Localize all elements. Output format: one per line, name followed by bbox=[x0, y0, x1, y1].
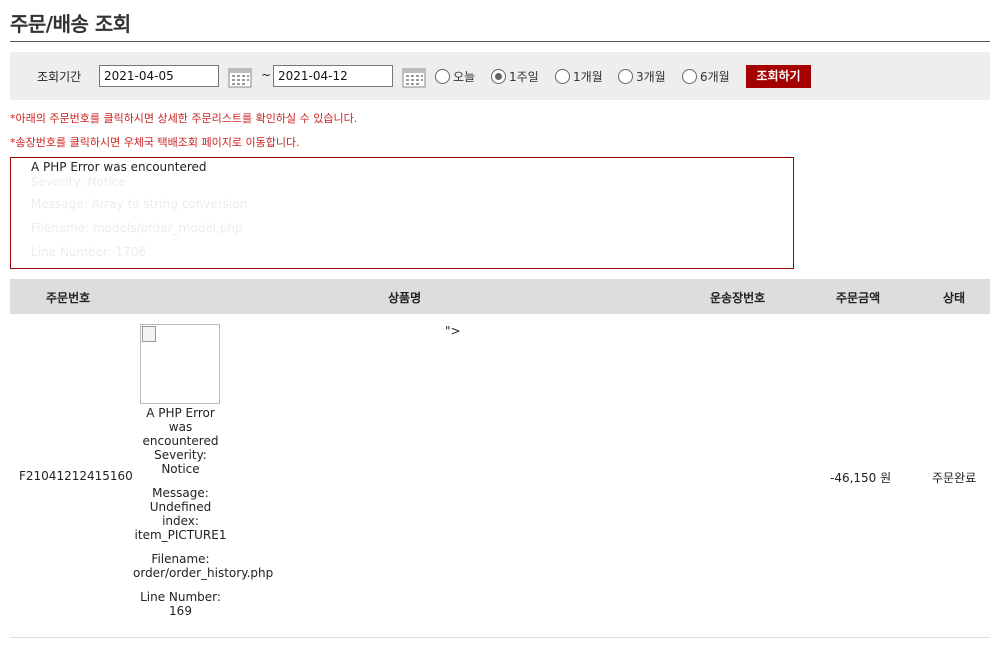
header-amount: 주문금액 bbox=[836, 291, 881, 305]
period-label: 조회기간 bbox=[37, 70, 82, 84]
php-error-line-text: order/order_history.php bbox=[133, 566, 274, 580]
php-error-line-text: Line Number: bbox=[140, 590, 221, 604]
php-error-message-block: Message: Undefined index: item_PICTURE1 bbox=[133, 486, 228, 542]
php-error-severity: Severity: Notice bbox=[31, 175, 126, 189]
start-date-input[interactable] bbox=[99, 65, 219, 87]
range-radio-3month[interactable]: 3개월 bbox=[618, 68, 666, 85]
php-error-filename: Filename: models/order_model.php bbox=[31, 221, 243, 235]
radio-dot[interactable] bbox=[491, 69, 506, 84]
php-error-line-text: index: bbox=[162, 514, 199, 528]
php-error-lineno-block: Line Number: 169 bbox=[133, 590, 228, 618]
php-error-line-text: Notice bbox=[161, 462, 200, 476]
php-error-heading-block: A PHP Error was encountered Severity: No… bbox=[133, 406, 228, 476]
php-error-line-text: encountered bbox=[142, 434, 219, 448]
date-separator: ~ bbox=[261, 68, 272, 82]
php-error-line-text: 169 bbox=[169, 604, 192, 618]
php-error-heading: A PHP Error was encountered bbox=[31, 160, 207, 174]
php-error-line-text: Undefined bbox=[149, 500, 212, 514]
calendar-icon[interactable] bbox=[228, 66, 252, 88]
radio-label: 오늘 bbox=[453, 70, 476, 84]
search-button[interactable]: 조회하기 bbox=[746, 65, 811, 88]
php-error-box: A PHP Error was encountered Severity: No… bbox=[10, 157, 794, 269]
row-divider bbox=[10, 637, 990, 638]
calendar-icon[interactable] bbox=[402, 66, 426, 88]
php-error-line-text: was bbox=[168, 420, 193, 434]
end-date-input[interactable] bbox=[273, 65, 393, 87]
php-error-line: Line Number: 1706 bbox=[31, 245, 147, 259]
radio-label: 3개월 bbox=[636, 70, 666, 84]
header-product: 상품명 bbox=[388, 291, 422, 305]
title-divider bbox=[10, 41, 990, 42]
radio-dot[interactable] bbox=[618, 69, 633, 84]
table-header: 주문번호 상품명 운송장번호 주문금액 상태 bbox=[10, 279, 990, 314]
radio-label: 1주일 bbox=[509, 70, 539, 84]
php-error-filename-block: Filename: order/order_history.php bbox=[133, 552, 274, 580]
range-radio-1week[interactable]: 1주일 bbox=[491, 68, 539, 85]
php-error-line-text: Filename: bbox=[151, 552, 210, 566]
order-status: 주문완료 bbox=[932, 471, 977, 485]
page-title: 주문/배송 조회 bbox=[10, 12, 131, 36]
search-bar: 조회기간 ~ 오늘 1주일 1개월 3개월 bbox=[10, 52, 990, 100]
radio-dot[interactable] bbox=[555, 69, 570, 84]
php-error-message: Message: Array to string conversion bbox=[31, 197, 248, 211]
broken-image-icon bbox=[142, 326, 156, 342]
notice-tracking-number: *송장번호를 클릭하시면 우체국 택배조회 페이지로 이동합니다. bbox=[10, 136, 300, 149]
order-number-link[interactable]: F21041212415160 bbox=[19, 469, 133, 483]
header-order-no: 주문번호 bbox=[46, 291, 91, 305]
php-error-line-text: Message: bbox=[152, 486, 209, 500]
product-thumbnail[interactable] bbox=[140, 324, 220, 404]
order-amount: -46,150 원 bbox=[830, 471, 892, 485]
range-radio-6month[interactable]: 6개월 bbox=[682, 68, 730, 85]
range-radio-1month[interactable]: 1개월 bbox=[555, 68, 603, 85]
notice-order-number: *아래의 주문번호를 클릭하시면 상세한 주문리스트를 확인하실 수 있습니다. bbox=[10, 112, 358, 125]
radio-label: 1개월 bbox=[573, 70, 603, 84]
radio-label: 6개월 bbox=[700, 70, 730, 84]
radio-dot[interactable] bbox=[682, 69, 697, 84]
header-status: 상태 bbox=[943, 291, 966, 305]
php-error-line-text: item_PICTURE1 bbox=[134, 528, 227, 542]
php-error-line-text: Severity: bbox=[154, 448, 207, 462]
product-name-stray-text: "> bbox=[445, 324, 461, 338]
range-radio-today[interactable]: 오늘 bbox=[435, 68, 475, 85]
header-tracking: 운송장번호 bbox=[710, 291, 766, 305]
product-php-error: A PHP Error was encountered Severity: No… bbox=[133, 406, 274, 628]
radio-dot[interactable] bbox=[435, 69, 450, 84]
php-error-line-text: A PHP Error bbox=[146, 406, 215, 420]
